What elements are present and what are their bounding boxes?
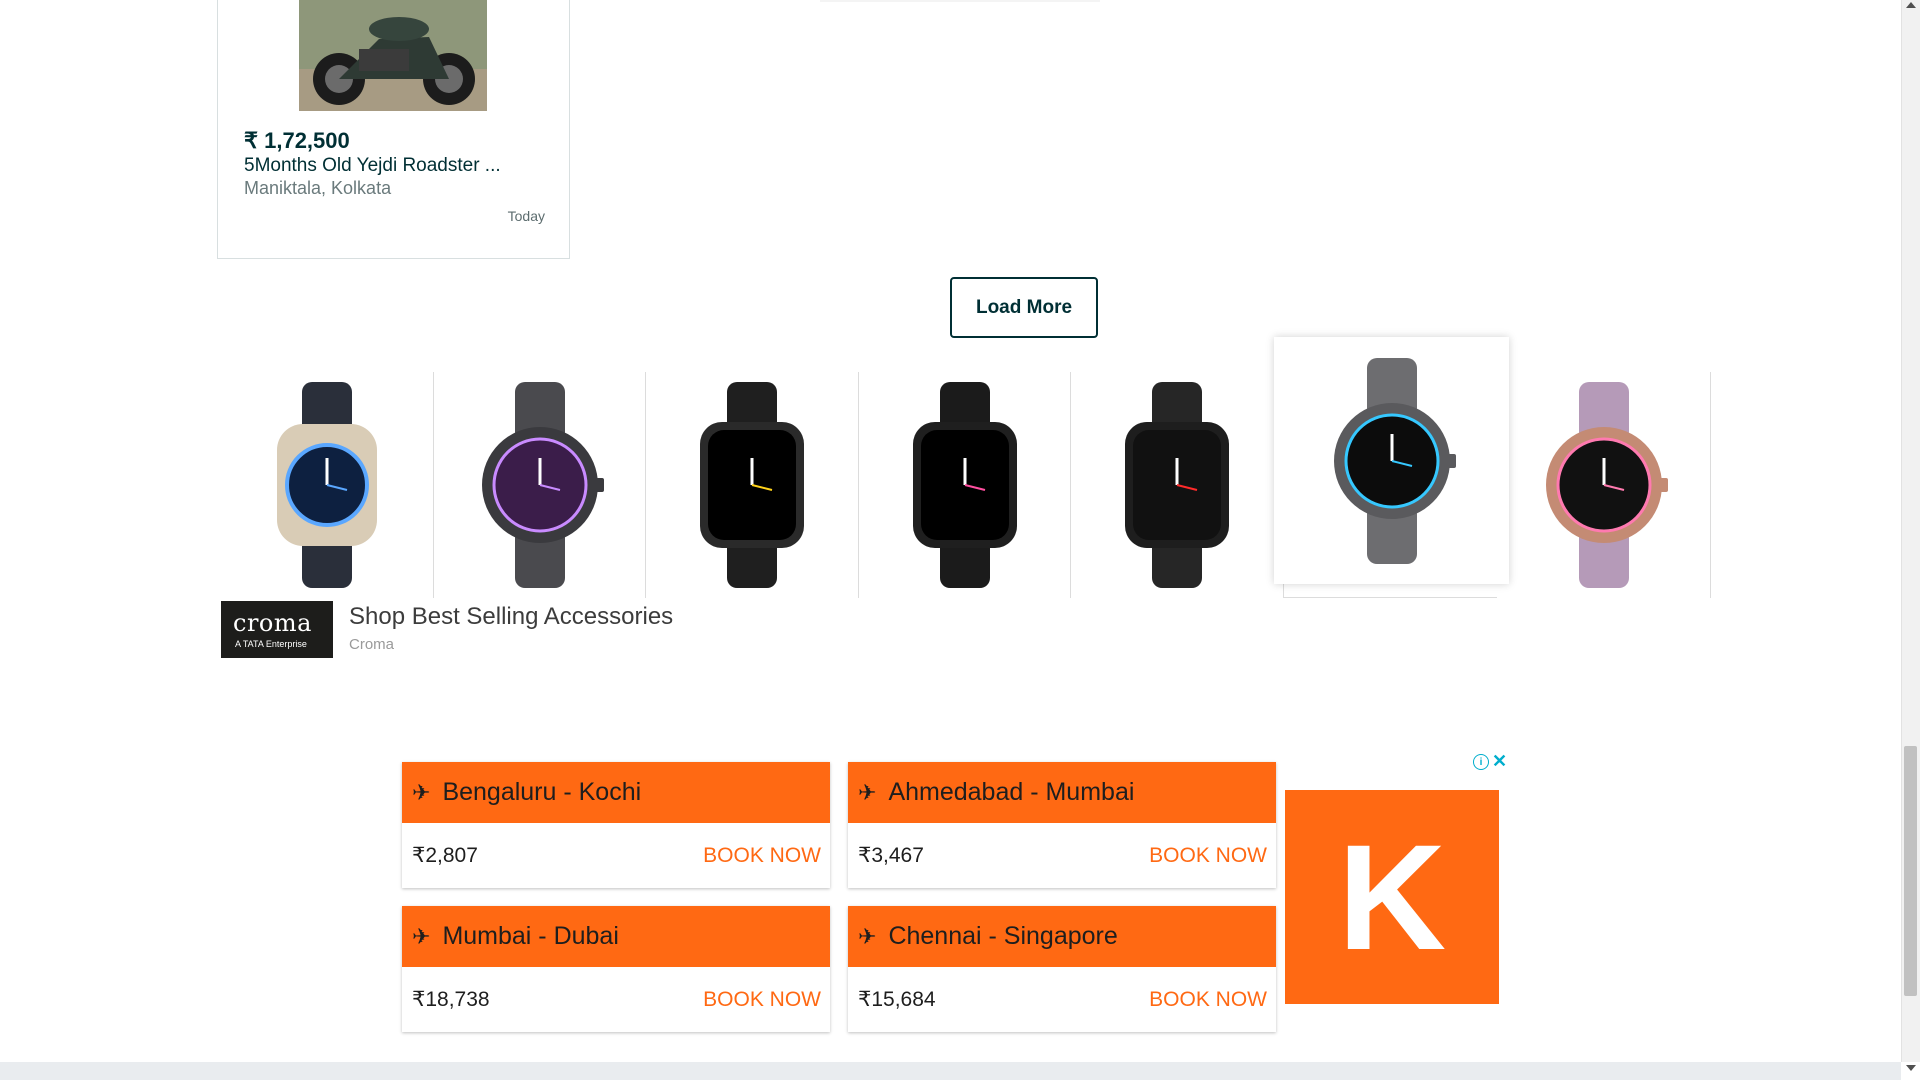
book-now-button[interactable]: BOOK NOW [703, 844, 821, 868]
scrollbar-thumb[interactable] [1904, 746, 1917, 996]
product-watch-steel-chronograph[interactable] [434, 372, 646, 598]
product-watch-fossil-gen6-rose[interactable] [1497, 372, 1711, 598]
ad-info-icon[interactable]: i [1473, 754, 1489, 770]
kayak-logo[interactable]: K [1285, 790, 1499, 1004]
flight-route: Chennai - Singapore [888, 922, 1118, 950]
flight-route: Mumbai - Dubai [442, 922, 619, 950]
flight-offer-card[interactable]: ✈ Bengaluru - Kochi ₹2,807 BOOK NOW [402, 762, 830, 888]
flight-offer-header[interactable]: ✈ Mumbai - Dubai [402, 906, 830, 967]
flight-price: ₹3,467 [858, 844, 924, 867]
plane-icon: ✈ [412, 923, 431, 949]
listing-card[interactable]: ₹ 1,72,500 5Months Old Yejdi Roadster ..… [217, 0, 570, 259]
listing-image[interactable] [299, 0, 487, 111]
bottom-bar [0, 1062, 1901, 1080]
plane-icon: ✈ [858, 779, 877, 805]
product-watch-square-smartwatch-yellow[interactable] [646, 372, 859, 598]
watch-image [277, 382, 377, 588]
product-watch-square-smartwatch-24[interactable] [1071, 372, 1284, 598]
plane-icon: ✈ [412, 779, 431, 805]
kayak-logo-letter: K [1337, 813, 1447, 981]
croma-logo[interactable]: croma A TATA Enterprise [221, 601, 333, 658]
watch-image [1333, 357, 1456, 564]
flight-offer-card[interactable]: ✈ Ahmedabad - Mumbai ₹3,467 BOOK NOW [848, 762, 1276, 888]
watch-image [1545, 382, 1668, 588]
product-watch-square-smartwatch-analog[interactable] [859, 372, 1071, 598]
scroll-down-arrow-icon[interactable] [1904, 1063, 1917, 1073]
flight-offer-card[interactable]: ✈ Mumbai - Dubai ₹18,738 BOOK NOW [402, 906, 830, 1032]
plane-icon: ✈ [858, 923, 877, 949]
book-now-button[interactable]: BOOK NOW [1149, 988, 1267, 1012]
flight-offer-header[interactable]: ✈ Chennai - Singapore [848, 906, 1276, 967]
flight-offer-header[interactable]: ✈ Ahmedabad - Mumbai [848, 762, 1276, 823]
listing-date: Today [507, 208, 545, 224]
flight-route: Bengaluru - Kochi [442, 778, 642, 806]
load-more-button[interactable]: Load More [950, 277, 1098, 338]
flight-route: Ahmedabad - Mumbai [888, 778, 1135, 806]
product-watch-smartwatch-ultra[interactable] [221, 372, 434, 598]
book-now-button[interactable]: BOOK NOW [703, 988, 821, 1012]
watch-image [481, 382, 604, 588]
divider [820, 0, 1100, 2]
motorcycle-image [299, 0, 487, 111]
watch-image [1125, 382, 1229, 588]
scroll-up-arrow-icon[interactable] [1904, 0, 1917, 10]
product-watch-fossil-gen6-smoke[interactable] [1274, 337, 1509, 584]
ad-source: Croma [349, 636, 395, 653]
flight-offer-card[interactable]: ✈ Chennai - Singapore ₹15,684 BOOK NOW [848, 906, 1276, 1032]
watch-image [700, 382, 804, 588]
flight-price: ₹2,807 [412, 844, 478, 867]
ad-title[interactable]: Shop Best Selling Accessories [349, 603, 673, 631]
listing-location: Maniktala, Kolkata [244, 178, 392, 198]
flight-price: ₹18,738 [412, 988, 490, 1011]
watch-image [912, 382, 1017, 588]
listing-price: ₹ 1,72,500 [244, 128, 350, 153]
ad-close-icon[interactable]: ✕ [1492, 751, 1507, 772]
flight-price: ₹15,684 [858, 988, 936, 1011]
listing-title[interactable]: 5Months Old Yejdi Roadster ... [244, 155, 501, 177]
croma-logo-subtext: A TATA Enterprise [235, 639, 307, 649]
croma-logo-text: croma [233, 609, 312, 637]
book-now-button[interactable]: BOOK NOW [1149, 844, 1267, 868]
flight-offer-header[interactable]: ✈ Bengaluru - Kochi [402, 762, 830, 823]
